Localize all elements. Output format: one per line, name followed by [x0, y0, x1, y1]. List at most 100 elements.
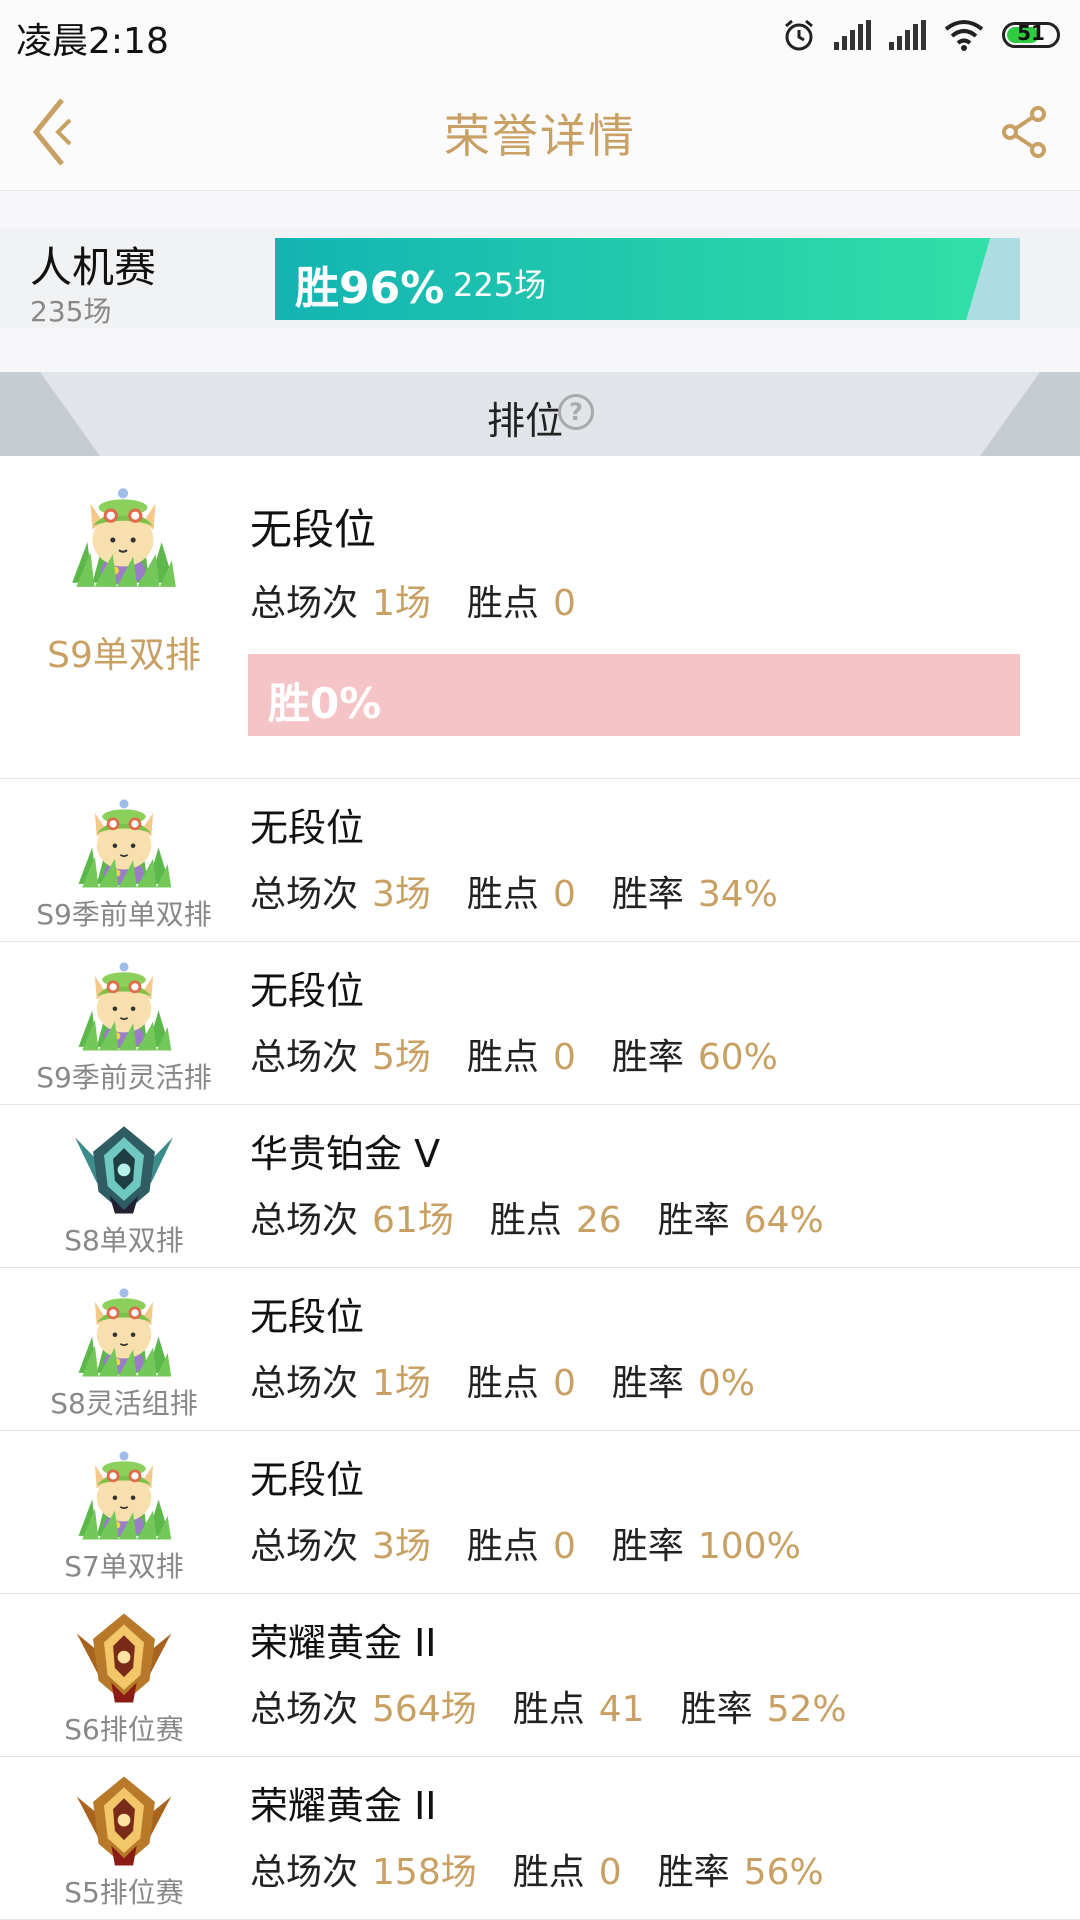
- total-value: 564场: [372, 1689, 477, 1730]
- points-label: 胜点: [466, 1037, 539, 1078]
- total-label: 总场次: [250, 1363, 359, 1404]
- rate-label: 胜率: [657, 1852, 730, 1893]
- season-row[interactable]: S8灵活组排 无段位 总场次 1场 胜点 0 胜率 0%: [0, 1268, 1080, 1431]
- season-list: S9单双排 无段位 总场次 1场 胜点 0 胜0% S9季前单双排 无段位 总场次 3场…: [0, 456, 1080, 1920]
- season-row[interactable]: S5排位赛 荣耀黄金 II 总场次 158场 胜点 0 胜率 56%: [0, 1757, 1080, 1920]
- signal-icon: [889, 20, 926, 50]
- season-stats: 总场次 564场 胜点 41 胜率 52%: [250, 1680, 883, 1732]
- season-name: S5排位赛: [64, 1876, 184, 1909]
- total-value: 3场: [372, 1526, 431, 1567]
- total-label: 总场次: [250, 1689, 359, 1730]
- season-name: S6排位赛: [64, 1713, 184, 1746]
- battery-icon: 51: [1002, 21, 1060, 48]
- season-stats: 总场次 61场 胜点 26 胜率 64%: [250, 1191, 860, 1243]
- total-value: 158场: [372, 1852, 477, 1893]
- season-stats: 总场次 3场 胜点 0 胜率 34%: [250, 865, 814, 917]
- rate-label: 胜率: [657, 1200, 730, 1241]
- points-value: 0: [552, 1526, 576, 1567]
- total-label: 总场次: [250, 583, 359, 624]
- points-value: 0: [598, 1852, 622, 1893]
- status-icons: 51: [782, 14, 1060, 56]
- rank-name: 华贵铂金 V: [250, 1132, 441, 1176]
- rate-value: 34%: [697, 874, 778, 915]
- rate-value: 60%: [697, 1037, 778, 1078]
- total-label: 总场次: [250, 1852, 359, 1893]
- rank-name: 荣耀黄金 II: [250, 1621, 437, 1665]
- help-icon[interactable]: ?: [558, 394, 594, 430]
- alarm-icon: [785, 19, 813, 51]
- season-stats: 总场次 158场 胜点 0 胜率 56%: [250, 1843, 860, 1895]
- season-name: S9季前灵活排: [36, 1061, 212, 1094]
- rate-label: 胜率: [611, 1037, 684, 1078]
- teemo-avatar: [68, 1282, 180, 1382]
- season-stats: 总场次 1场 胜点 0 胜率 0%: [250, 1354, 791, 1406]
- points-value: 41: [598, 1689, 645, 1730]
- teemo-avatar: [62, 476, 184, 598]
- points-value: 26: [575, 1200, 622, 1241]
- total-value: 1场: [372, 1363, 431, 1404]
- points-value: 0: [552, 583, 576, 624]
- rate-label: 胜率: [611, 1526, 684, 1567]
- bot-match-win-label: 胜96%: [295, 263, 445, 314]
- ranked-banner: 排位 ?: [0, 372, 1080, 456]
- bot-match-winrate-bar: 胜96% 225场: [275, 238, 1020, 320]
- rate-label: 胜率: [680, 1689, 753, 1730]
- rate-value: 100%: [697, 1526, 801, 1567]
- season-row[interactable]: S7单双排 无段位 总场次 3场 胜点 0 胜率 100%: [0, 1431, 1080, 1594]
- season-row[interactable]: S6排位赛 荣耀黄金 II 总场次 564场 胜点 41 胜率 52%: [0, 1594, 1080, 1757]
- points-value: 0: [552, 1037, 576, 1078]
- rank-name: 荣耀黄金 II: [250, 1784, 437, 1828]
- winrate-bar: 胜0%: [248, 654, 1020, 736]
- rate-value: 0%: [697, 1363, 755, 1404]
- season-row[interactable]: S8单双排 华贵铂金 V 总场次 61场 胜点 26 胜率 64%: [0, 1105, 1080, 1268]
- points-label: 胜点: [466, 1526, 539, 1567]
- total-value: 61场: [372, 1200, 454, 1241]
- season-name: S9季前单双排: [36, 898, 212, 931]
- points-label: 胜点: [466, 874, 539, 915]
- bot-match-section: 人机赛 235场 胜96% 225场: [0, 228, 1080, 328]
- battery-level: 51: [1017, 21, 1045, 45]
- season-stats: 总场次 5场 胜点 0 胜率 60%: [250, 1028, 814, 1080]
- points-label: 胜点: [512, 1689, 585, 1730]
- points-label: 胜点: [512, 1852, 585, 1893]
- season-row[interactable]: S9季前灵活排 无段位 总场次 5场 胜点 0 胜率 60%: [0, 942, 1080, 1105]
- season-stats: 总场次 1场 胜点 0: [250, 574, 612, 626]
- bot-match-win-count: 225场: [453, 266, 547, 304]
- total-label: 总场次: [250, 1526, 359, 1567]
- total-value: 5场: [372, 1037, 431, 1078]
- season-name: S8灵活组排: [50, 1387, 198, 1420]
- teemo-avatar: [68, 1445, 180, 1545]
- page-title: 荣誉详情: [444, 109, 636, 163]
- rate-value: 52%: [766, 1689, 847, 1730]
- gold-badge: [68, 1608, 180, 1708]
- season-row[interactable]: S9季前单双排 无段位 总场次 3场 胜点 0 胜率 34%: [0, 779, 1080, 942]
- ranked-title: 排位: [486, 399, 563, 443]
- points-label: 胜点: [466, 1363, 539, 1404]
- teemo-avatar: [68, 956, 180, 1056]
- rank-name: 无段位: [250, 969, 365, 1013]
- season-row[interactable]: S9单双排 无段位 总场次 1场 胜点 0 胜0%: [0, 456, 1080, 779]
- total-label: 总场次: [250, 1200, 359, 1241]
- total-value: 3场: [372, 874, 431, 915]
- rate-value: 56%: [743, 1852, 824, 1893]
- winrate-label: 胜0%: [268, 679, 382, 728]
- points-label: 胜点: [489, 1200, 562, 1241]
- teemo-avatar: [68, 793, 180, 893]
- total-label: 总场次: [250, 874, 359, 915]
- season-name: S8单双排: [64, 1224, 184, 1257]
- status-time: 凌晨2:18: [16, 21, 169, 62]
- rate-label: 胜率: [611, 874, 684, 915]
- rank-name: 无段位: [250, 1458, 365, 1502]
- gold-badge: [68, 1771, 180, 1871]
- bot-match-title: 人机赛: [30, 243, 157, 292]
- rank-name: 无段位: [250, 505, 377, 554]
- rate-value: 64%: [743, 1200, 824, 1241]
- season-name: S9单双排: [47, 635, 201, 676]
- share-icon[interactable]: [998, 102, 1052, 162]
- status-bar: 凌晨2:18 51: [0, 0, 1080, 70]
- season-stats: 总场次 3场 胜点 0 胜率 100%: [250, 1517, 837, 1569]
- wifi-icon: [944, 20, 984, 51]
- total-value: 1场: [372, 583, 431, 624]
- total-label: 总场次: [250, 1037, 359, 1078]
- bot-match-total: 235场: [30, 295, 112, 328]
